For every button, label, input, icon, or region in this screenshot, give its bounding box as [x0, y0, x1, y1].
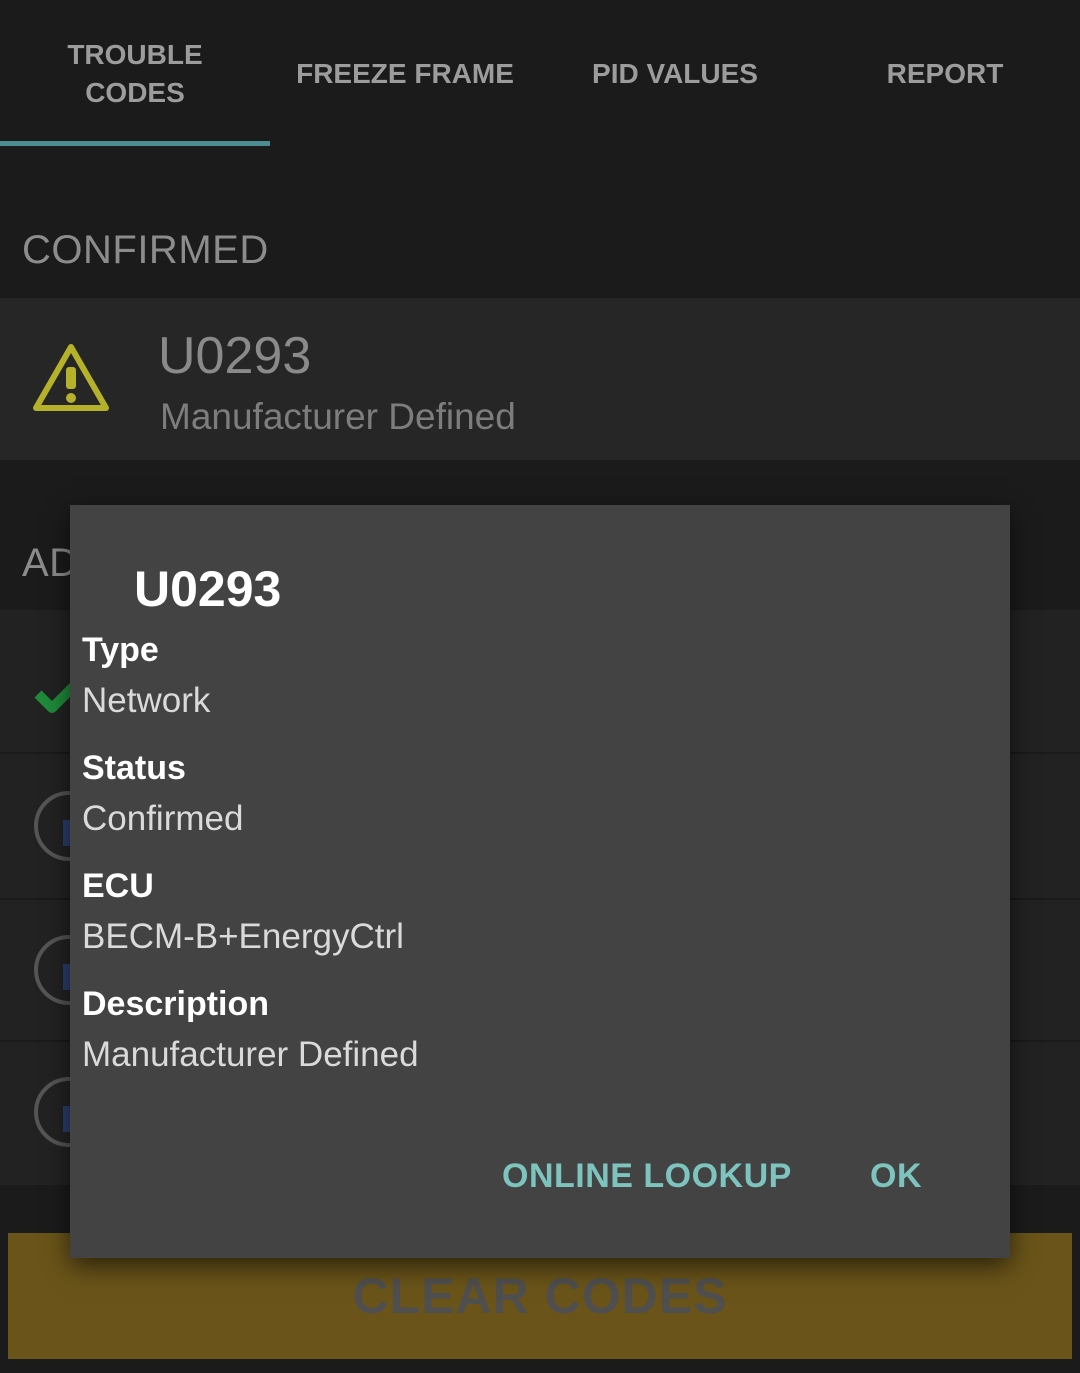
tab-label: TROUBLE CODES	[67, 39, 203, 108]
tab-label: REPORT	[886, 58, 1004, 89]
online-lookup-button[interactable]: ONLINE LOOKUP	[502, 1157, 792, 1196]
section-header-confirmed: CONFIRMED	[22, 228, 269, 272]
dialog-title: U0293	[134, 561, 282, 617]
type-value: Network	[82, 681, 211, 720]
trouble-code-description: Manufacturer Defined	[160, 396, 516, 437]
type-label: Type	[82, 631, 159, 669]
tab-freeze-frame[interactable]: FREEZE FRAME	[270, 0, 540, 148]
tab-report[interactable]: REPORT	[810, 0, 1080, 148]
status-label: Status	[82, 749, 186, 787]
active-tab-indicator	[0, 141, 270, 146]
description-label: Description	[82, 985, 270, 1023]
ecu-value: BECM-B+EnergyCtrl	[82, 917, 404, 956]
tab-bar: TROUBLE CODES FREEZE FRAME PID VALUES RE…	[0, 0, 1080, 148]
status-value: Confirmed	[82, 799, 244, 838]
warning-triangle-icon	[33, 344, 109, 411]
tab-label: FREEZE FRAME	[296, 58, 514, 89]
tab-pid-values[interactable]: PID VALUES	[540, 0, 810, 148]
tab-label: PID VALUES	[592, 58, 758, 89]
clear-codes-label: CLEAR CODES	[352, 1268, 728, 1324]
code-detail-dialog: U0293 Type Network Status Confirmed ECU …	[70, 505, 1010, 1258]
ok-button[interactable]: OK	[870, 1157, 922, 1196]
tab-trouble-codes[interactable]: TROUBLE CODES	[0, 0, 270, 148]
description-value: Manufacturer Defined	[82, 1035, 419, 1074]
ecu-label: ECU	[82, 867, 154, 905]
trouble-code: U0293	[158, 327, 312, 385]
